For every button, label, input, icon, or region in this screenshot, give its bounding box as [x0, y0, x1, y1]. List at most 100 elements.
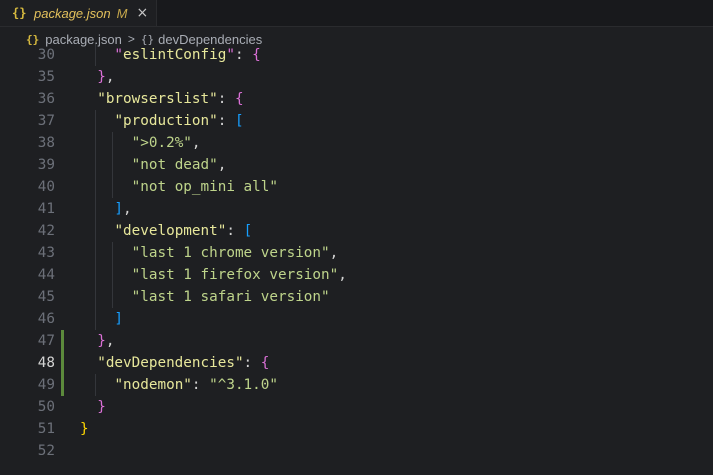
code-token: } — [80, 69, 106, 85]
code-line[interactable]: 41 ], — [0, 198, 713, 220]
tab-bar: {} package.json M × — [0, 0, 713, 27]
code-token: "development" — [114, 223, 227, 239]
line-number: 40 — [37, 179, 55, 195]
code-line[interactable]: 46 ] — [0, 308, 713, 330]
code-text: "last 1 firefox version", — [80, 264, 347, 286]
line-number: 48 — [37, 355, 55, 371]
line-number: 42 — [37, 223, 55, 239]
line-number: 30 — [37, 47, 55, 63]
code-line[interactable]: 37 "production": [ — [0, 110, 713, 132]
code-line[interactable]: 50 } — [0, 396, 713, 418]
code-editor[interactable]: 30 "eslintConfig": {35 }, 36 "browserslis… — [0, 44, 713, 475]
line-number: 37 — [37, 113, 55, 129]
code-token: " — [80, 47, 124, 63]
code-text: "not op_mini all" — [80, 176, 278, 198]
line-number: 39 — [37, 157, 55, 173]
code-token: } — [80, 333, 106, 349]
modified-badge: M — [116, 5, 128, 21]
code-line[interactable]: 40 "not op_mini all" — [0, 176, 713, 198]
code-text: ] — [80, 308, 123, 330]
code-token: , — [123, 201, 132, 217]
editor-window: {} package.json M × {} package.json > {}… — [0, 0, 713, 475]
code-line[interactable]: 49 "nodemon": "^3.1.0" — [0, 374, 713, 396]
code-line[interactable]: 38 ">0.2%", — [0, 132, 713, 154]
code-line[interactable]: 42 "development": [ — [0, 220, 713, 242]
git-modified-marker — [61, 330, 64, 352]
line-number: 49 — [37, 377, 55, 393]
code-token: [ — [243, 223, 253, 239]
code-text: } — [80, 396, 106, 418]
git-modified-marker — [61, 352, 64, 374]
code-text: "production": [ — [80, 110, 244, 132]
line-number: 47 — [37, 333, 55, 349]
code-token: { — [252, 47, 261, 63]
line-number: 41 — [37, 201, 55, 217]
code-line[interactable]: 35 }, — [0, 66, 713, 88]
code-token: } — [80, 421, 89, 437]
code-token: : — [191, 377, 210, 393]
code-token: , — [105, 69, 115, 85]
code-token: "last 1 firefox version" — [131, 267, 339, 283]
line-number: 38 — [37, 135, 55, 151]
code-token: "production" — [114, 113, 218, 129]
code-text: ], — [80, 198, 132, 220]
code-token: "nodemon" — [114, 377, 192, 393]
code-token: "last 1 safari version" — [131, 289, 330, 305]
code-token: "not dead" — [131, 157, 218, 173]
code-token: [ — [234, 113, 244, 129]
code-token: , — [105, 333, 115, 349]
code-token: , — [338, 267, 347, 283]
code-line[interactable]: 51} — [0, 418, 713, 440]
code-token: "browserslist" — [97, 91, 218, 107]
code-text: "nodemon": "^3.1.0" — [80, 374, 278, 396]
code-token: , — [191, 135, 201, 151]
code-line[interactable]: 47 }, — [0, 330, 713, 352]
code-token: : — [234, 47, 253, 63]
code-token: "last 1 chrome version" — [131, 245, 330, 261]
code-token: : — [217, 113, 235, 129]
close-icon[interactable]: × — [136, 5, 148, 21]
code-token: ">0.2%" — [131, 135, 192, 151]
code-token: , — [217, 157, 227, 173]
line-number: 35 — [37, 69, 55, 85]
line-number: 45 — [37, 289, 55, 305]
code-token: ] — [80, 311, 124, 327]
line-number: 46 — [37, 311, 55, 327]
code-line[interactable]: 43 "last 1 chrome version", — [0, 242, 713, 264]
code-text: "devDependencies": { — [80, 352, 269, 374]
tab-filename: package.json — [34, 5, 111, 21]
code-token: "devDependencies" — [97, 355, 244, 371]
code-text: "development": [ — [80, 220, 252, 242]
code-text: "browserslist": { — [80, 88, 243, 110]
code-line[interactable]: 48 "devDependencies": { — [0, 352, 713, 374]
code-line[interactable]: 30 "eslintConfig": { — [0, 44, 713, 66]
line-number: 43 — [37, 245, 55, 261]
code-text: "last 1 chrome version", — [80, 242, 339, 264]
line-number: 52 — [37, 443, 55, 459]
git-modified-marker — [61, 374, 64, 396]
code-text: "last 1 safari version" — [80, 286, 330, 308]
line-number: 50 — [37, 399, 55, 415]
code-line[interactable]: 36 "browserslist": { — [0, 88, 713, 110]
code-line[interactable]: 52 — [0, 440, 713, 462]
code-text: ">0.2%", — [80, 132, 201, 154]
code-token: , — [329, 245, 339, 261]
line-number: 36 — [37, 91, 55, 107]
code-token: : — [226, 223, 244, 239]
json-file-icon: {} — [12, 6, 27, 20]
code-text: } — [80, 418, 89, 440]
code-token: ] — [80, 201, 124, 217]
code-line[interactable]: 45 "last 1 safari version" — [0, 286, 713, 308]
line-number: 51 — [37, 421, 55, 437]
code-line[interactable]: 39 "not dead", — [0, 154, 713, 176]
tab-package-json[interactable]: {} package.json M × — [0, 0, 157, 26]
code-line[interactable]: 44 "last 1 firefox version", — [0, 264, 713, 286]
